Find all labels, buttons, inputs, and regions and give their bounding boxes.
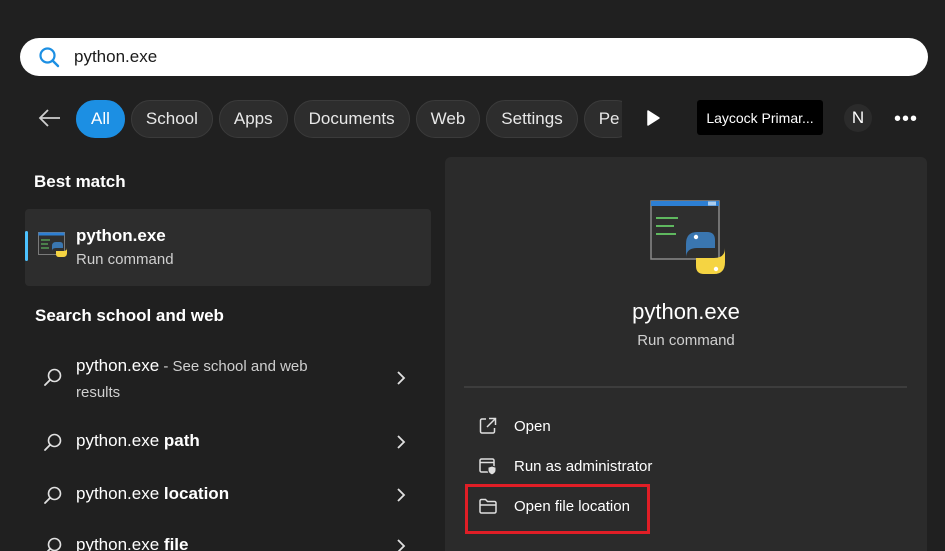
web-suggestion-item[interactable]: python.exe - See school and web results [25,353,431,403]
play-icon[interactable] [645,109,661,127]
search-icon [39,47,60,68]
chip-school[interactable]: School [130,100,213,138]
open-action-label: Open [514,417,551,435]
search-bar[interactable] [20,38,928,76]
search-icon [44,433,62,451]
web-suggestion-text: python.exe - See school and web results [76,356,308,401]
chip-web[interactable]: Web [415,100,481,138]
run-as-admin-label: Run as administrator [514,457,653,475]
chip-documents[interactable]: Documents [293,100,410,138]
chip-all[interactable]: All [76,100,125,138]
search-input[interactable] [74,42,854,72]
chevron-right-icon [397,539,406,551]
run-as-admin-action[interactable]: Run as administrator [478,454,778,478]
search-icon [46,537,62,551]
filter-row: All School Apps Documents Web Settings P… [0,98,945,140]
chevron-right-icon [397,435,406,449]
web-suggestion-item[interactable]: python.exe location [25,481,431,511]
web-section-heading: Search school and web [35,306,224,325]
open-action[interactable]: Open [478,414,778,438]
filter-chips: All School Apps Documents Web Settings P… [76,100,622,138]
chip-people[interactable]: Pe [583,100,622,138]
chevron-right-icon [397,371,406,385]
selection-indicator [25,231,28,261]
chevron-right-icon [397,488,406,502]
highlight-annotation [465,484,650,534]
avatar[interactable]: N [844,104,872,132]
shield-admin-icon [479,458,497,476]
search-icon [44,486,62,504]
web-suggestion-text: python.exe path [76,431,200,450]
web-suggestion-item[interactable]: python.exe file [25,532,431,551]
python-app-icon [38,232,67,257]
chip-settings[interactable]: Settings [486,100,578,138]
python-app-icon [650,200,725,274]
web-suggestion-text: python.exe file [76,535,189,551]
chip-apps[interactable]: Apps [218,100,288,138]
best-match-title: python.exe [76,226,166,245]
best-match-heading: Best match [34,172,126,191]
preview-subtitle: Run command [637,332,735,349]
preview-title: python.exe [632,299,740,324]
web-suggestion-item[interactable]: python.exe path [25,428,431,458]
organization-badge[interactable]: Laycock Primar... [697,100,823,135]
back-arrow-icon[interactable] [36,106,64,130]
search-icon [44,368,62,386]
open-external-icon [479,417,497,434]
divider [464,386,907,388]
best-match-card[interactable]: python.exe Run command [25,209,431,286]
more-options-icon[interactable]: ••• [894,108,917,130]
web-suggestion-text: python.exe location [76,484,230,503]
best-match-subtitle: Run command [76,251,174,268]
